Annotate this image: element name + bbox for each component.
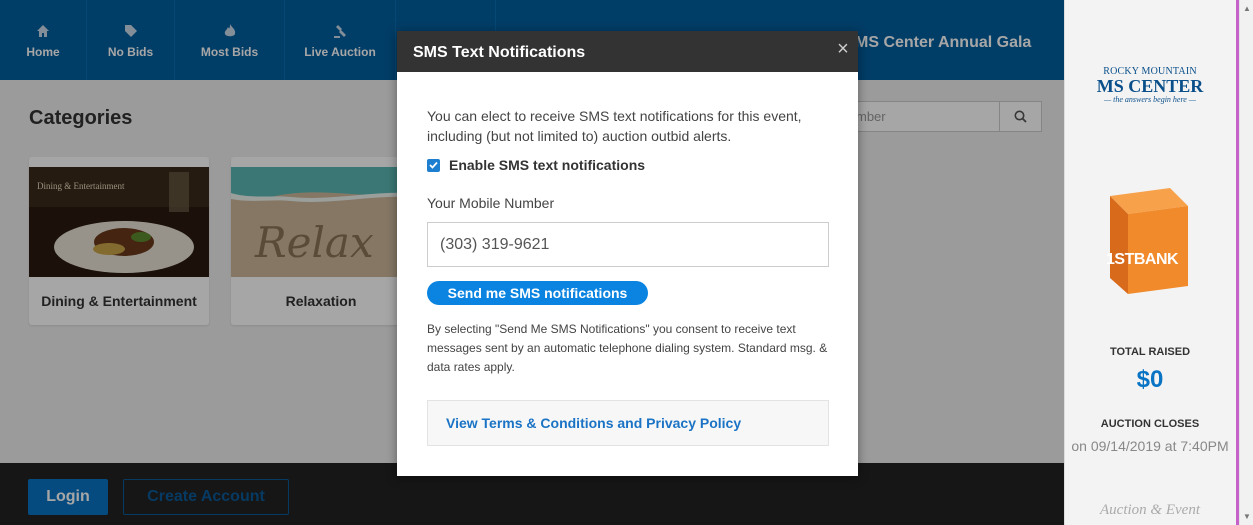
modal-title: SMS Text Notifications <box>413 44 586 61</box>
auction-closes-date: on 09/14/2019 at 7:40PM <box>1071 438 1229 454</box>
send-sms-button[interactable]: Send me SMS notifications <box>427 281 648 305</box>
logo-line2: MS CENTER <box>1096 76 1204 96</box>
checkmark-icon <box>429 161 438 169</box>
enable-sms-label[interactable]: Enable SMS text notifications <box>449 157 645 173</box>
mobile-number-label: Your Mobile Number <box>427 195 555 211</box>
total-raised-label: TOTAL RAISED <box>1109 346 1191 358</box>
total-raised-value: $0 <box>1136 366 1164 393</box>
terms-panel: View Terms & Conditions and Privacy Poli… <box>427 400 829 446</box>
sms-notifications-modal: SMS Text Notifications × You can elect t… <box>397 31 858 476</box>
organization-logo: ROCKY MOUNTAIN MS CENTER — the answers b… <box>1070 66 1230 104</box>
enable-sms-option[interactable]: Enable SMS text notifications <box>427 157 645 173</box>
scroll-down-icon[interactable]: ▼ <box>1243 512 1251 521</box>
consent-text: By selecting "Send Me SMS Notifications"… <box>427 322 828 374</box>
scrollbar[interactable]: ▲ ▼ <box>1239 0 1253 525</box>
terms-privacy-link[interactable]: View Terms & Conditions and Privacy Poli… <box>446 415 741 431</box>
modal-header: SMS Text Notifications × <box>397 31 858 72</box>
sponsor-name: 1STBANK <box>1106 251 1179 268</box>
mobile-number-field[interactable] <box>427 222 829 267</box>
auction-closes-label: AUCTION CLOSES <box>1100 418 1200 430</box>
sponsor-logo <box>1110 188 1188 294</box>
enable-sms-checkbox[interactable] <box>427 158 440 172</box>
logo-tagline: — the answers begin here — <box>1104 95 1196 104</box>
bottom-sponsor-logo: Auction & Event <box>1100 502 1200 518</box>
modal-intro-text: You can elect to receive SMS text notifi… <box>427 108 802 144</box>
scroll-up-icon[interactable]: ▲ <box>1243 4 1251 13</box>
close-icon[interactable]: × <box>832 38 854 60</box>
